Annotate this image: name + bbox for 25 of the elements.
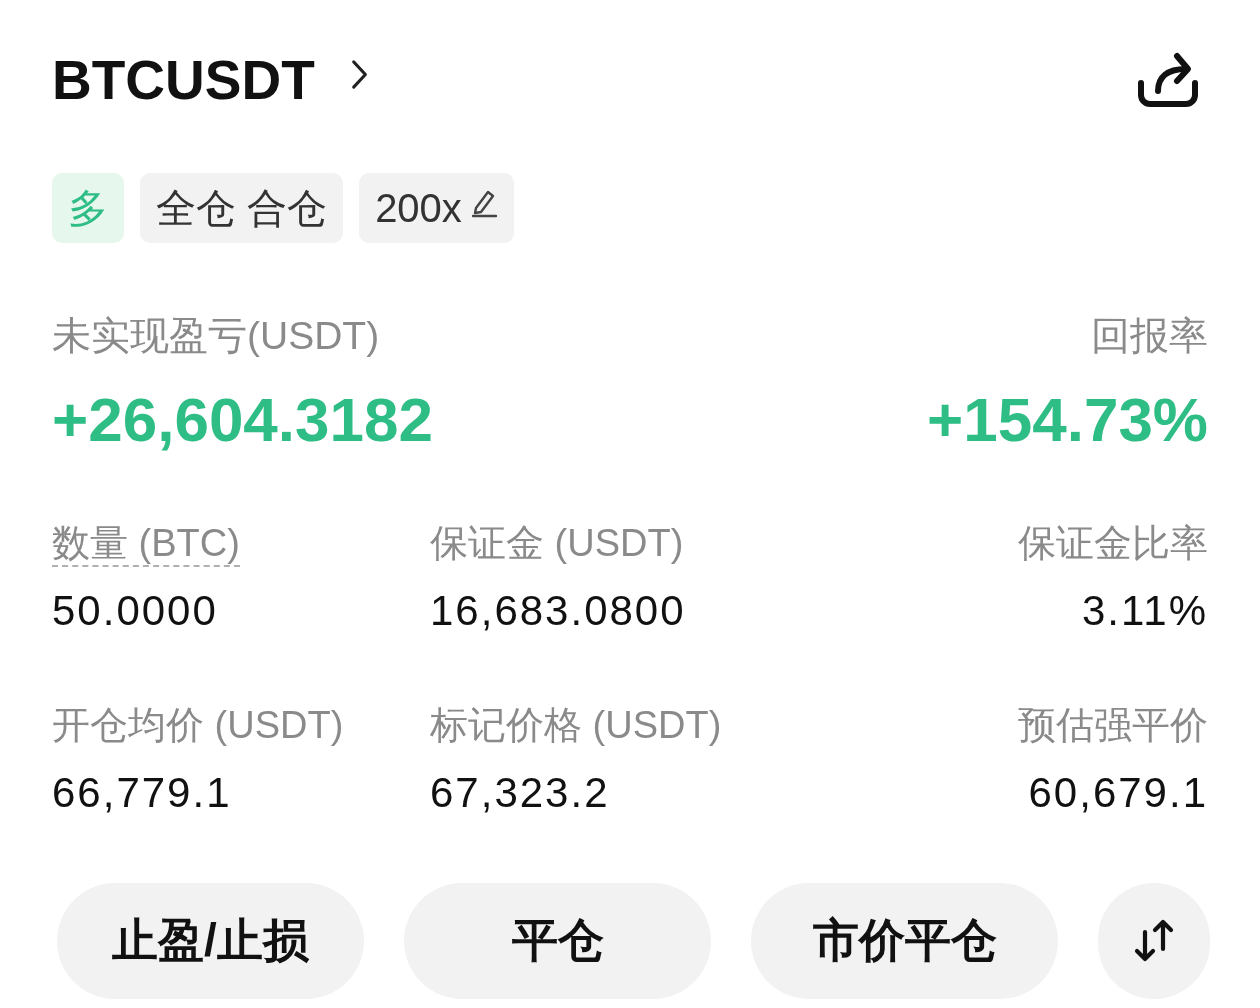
summary-label: 未实现盈亏(USDT): [52, 313, 380, 359]
stat-label: 保证金 (USDT): [430, 521, 684, 566]
stat-value: 16,683.0800: [430, 587, 686, 635]
action-button[interactable]: 止盈/止损: [57, 883, 364, 999]
summary-value: +26,604.3182: [52, 387, 433, 453]
stat-value: 50.0000: [52, 587, 218, 635]
share-icon[interactable]: [1136, 50, 1200, 110]
stat-label: 预估强平价: [1018, 703, 1208, 748]
stat-value: 3.11%: [1082, 587, 1208, 635]
side-tag: 多: [52, 173, 124, 243]
stat-label: 开仓均价 (USDT): [52, 703, 344, 748]
stat-value: 67,323.2: [430, 769, 610, 817]
stat-label: 保证金比率: [1018, 521, 1208, 566]
stat-label: 标记价格 (USDT): [430, 703, 722, 748]
stat-value: 60,679.1: [1028, 769, 1208, 817]
stat-value: 66,779.1: [52, 769, 232, 817]
summary-value: +154.73%: [927, 387, 1208, 453]
symbol-link[interactable]: BTCUSDT: [52, 48, 369, 112]
tag-label: 200x: [375, 185, 462, 231]
margin-mode-tag: 全仓 合仓: [140, 173, 344, 243]
chevron-right-icon: [350, 58, 369, 90]
action-button[interactable]: 市价平仓: [751, 883, 1058, 999]
leverage-tag[interactable]: 200x: [359, 173, 514, 243]
action-button[interactable]: 平仓: [404, 883, 711, 999]
summary-label: 回报率: [1091, 313, 1208, 359]
